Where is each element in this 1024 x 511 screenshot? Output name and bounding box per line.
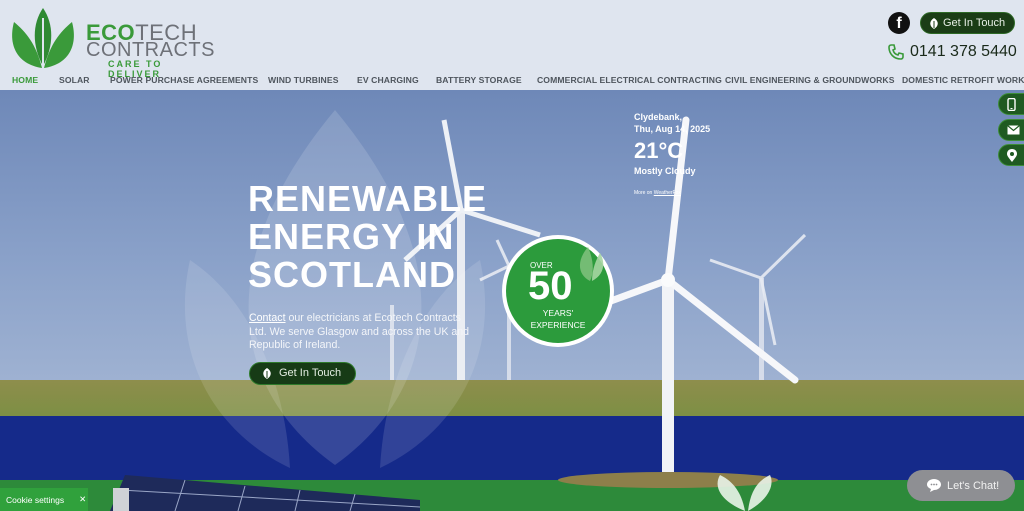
nav-item-civil-engineering[interactable]: CIVIL ENGINEERING & GROUNDWORKS bbox=[725, 75, 895, 85]
hero-get-in-touch-button[interactable]: Get In Touch bbox=[249, 362, 356, 385]
get-in-touch-label: Get In Touch bbox=[943, 17, 1006, 29]
nav-item-ppa[interactable]: POWER PURCHASE AGREEMENTS bbox=[110, 75, 258, 85]
weather-condition: Mostly Cloudy bbox=[634, 166, 696, 176]
cookie-settings-label[interactable]: Cookie settings bbox=[6, 495, 64, 505]
badge-years: YEARS' bbox=[542, 308, 574, 318]
phone-icon bbox=[888, 44, 904, 60]
nav-item-domestic-retrofit[interactable]: DOMESTIC RETROFIT WORK bbox=[902, 75, 1024, 85]
side-phone-button[interactable] bbox=[998, 93, 1024, 115]
leaf-logo-icon bbox=[12, 8, 74, 68]
mail-icon bbox=[1007, 125, 1020, 135]
phone-link[interactable]: 0141 378 5440 bbox=[888, 43, 1017, 61]
contact-link[interactable]: Contact bbox=[249, 312, 286, 324]
weather-date: Thu, Aug 14, 2025 bbox=[634, 124, 711, 134]
badge-experience: EXPERIENCE bbox=[530, 320, 586, 330]
side-map-button[interactable] bbox=[998, 144, 1024, 166]
site-header: ECOTECH CONTRACTS CARE TO DELIVER f Get … bbox=[0, 0, 1024, 90]
logo[interactable]: ECOTECH CONTRACTS CARE TO DELIVER bbox=[8, 4, 214, 79]
badge-number: 50 bbox=[528, 264, 573, 308]
weather-temperature: 21°C bbox=[634, 138, 684, 163]
phone-icon bbox=[1007, 97, 1016, 111]
leaf-icon bbox=[930, 18, 938, 29]
get-in-touch-button[interactable]: Get In Touch bbox=[920, 12, 1015, 34]
hero-text: Contact our electricians at Ecotech Cont… bbox=[249, 312, 470, 351]
cookie-settings-bar[interactable]: Cookie settings ✕ bbox=[0, 488, 88, 511]
close-icon[interactable]: ✕ bbox=[79, 494, 86, 505]
nav-item-wind-turbines[interactable]: WIND TURBINES bbox=[268, 75, 339, 85]
map-pin-icon bbox=[1007, 148, 1017, 162]
side-mail-button[interactable] bbox=[998, 119, 1024, 141]
hero-section: RENEWABLE ENERGY IN SCOTLAND Contact our… bbox=[0, 90, 1024, 511]
nav-item-battery-storage[interactable]: BATTERY STORAGE bbox=[436, 75, 522, 85]
phone-number: 0141 378 5440 bbox=[910, 43, 1017, 60]
chat-label: Let's Chat! bbox=[947, 479, 1000, 492]
hero-cta-label: Get In Touch bbox=[279, 367, 342, 379]
nav-item-commercial-electrical[interactable]: COMMERCIAL ELECTRICAL CONTRACTING bbox=[537, 75, 722, 85]
weather-location: Clydebank, bbox=[634, 112, 683, 122]
hero-title: RENEWABLE ENERGY IN SCOTLAND bbox=[248, 178, 488, 295]
chat-button[interactable]: Let's Chat! bbox=[907, 470, 1015, 501]
leaf-icon bbox=[579, 247, 604, 281]
nav-item-solar[interactable]: SOLAR bbox=[59, 75, 90, 85]
nav-item-ev-charging[interactable]: EV CHARGING bbox=[357, 75, 419, 85]
weather-more-link[interactable]: WeatherFox bbox=[654, 190, 681, 196]
leaf-icon bbox=[263, 368, 271, 379]
weather-more: More on WeatherFox bbox=[634, 190, 681, 196]
chat-icon bbox=[927, 479, 941, 492]
main-nav: HOME SOLAR POWER PURCHASE AGREEMENTS WIN… bbox=[0, 75, 1024, 89]
weather-widget: Clydebank, Thu, Aug 14, 2025 21°C Mostly… bbox=[634, 112, 710, 196]
nav-item-home[interactable]: HOME bbox=[12, 75, 38, 85]
experience-badge: OVER 50 YEARS' EXPERIENCE bbox=[502, 235, 614, 347]
facebook-icon[interactable]: f bbox=[888, 12, 910, 34]
